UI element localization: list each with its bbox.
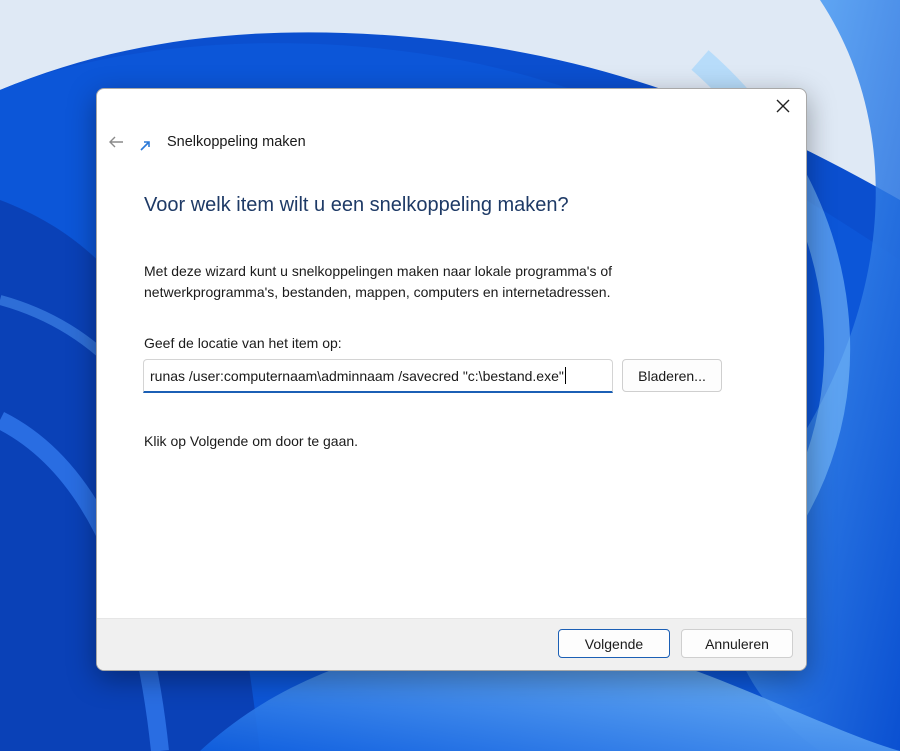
text-caret bbox=[564, 367, 566, 384]
wizard-description: Met deze wizard kunt u snelkoppelingen m… bbox=[144, 263, 613, 300]
back-button[interactable] bbox=[105, 131, 127, 153]
wizard-title: Snelkoppeling maken bbox=[167, 134, 306, 150]
dialog-footer: Volgende Annuleren bbox=[97, 618, 806, 670]
next-button[interactable]: Volgende bbox=[558, 629, 670, 658]
location-label: Geef de locatie van het item op: bbox=[144, 335, 342, 351]
desktop: Snelkoppeling maken Voor welk item wilt … bbox=[0, 0, 900, 751]
shortcut-wizard-dialog: Snelkoppeling maken Voor welk item wilt … bbox=[96, 88, 807, 671]
close-button[interactable] bbox=[766, 91, 800, 121]
location-input[interactable]: runas /user:computernaam\adminnaam /save… bbox=[143, 359, 613, 393]
close-icon bbox=[776, 99, 790, 113]
next-hint: Klik op Volgende om door te gaan. bbox=[144, 433, 359, 449]
page-heading: Voor welk item wilt u een snelkoppeling … bbox=[144, 194, 569, 216]
location-input-value: runas /user:computernaam\adminnaam /save… bbox=[150, 367, 564, 384]
browse-button[interactable]: Bladeren... bbox=[622, 359, 722, 392]
shortcut-icon bbox=[140, 141, 150, 151]
cancel-button[interactable]: Annuleren bbox=[681, 629, 793, 658]
back-arrow-icon bbox=[109, 136, 123, 148]
